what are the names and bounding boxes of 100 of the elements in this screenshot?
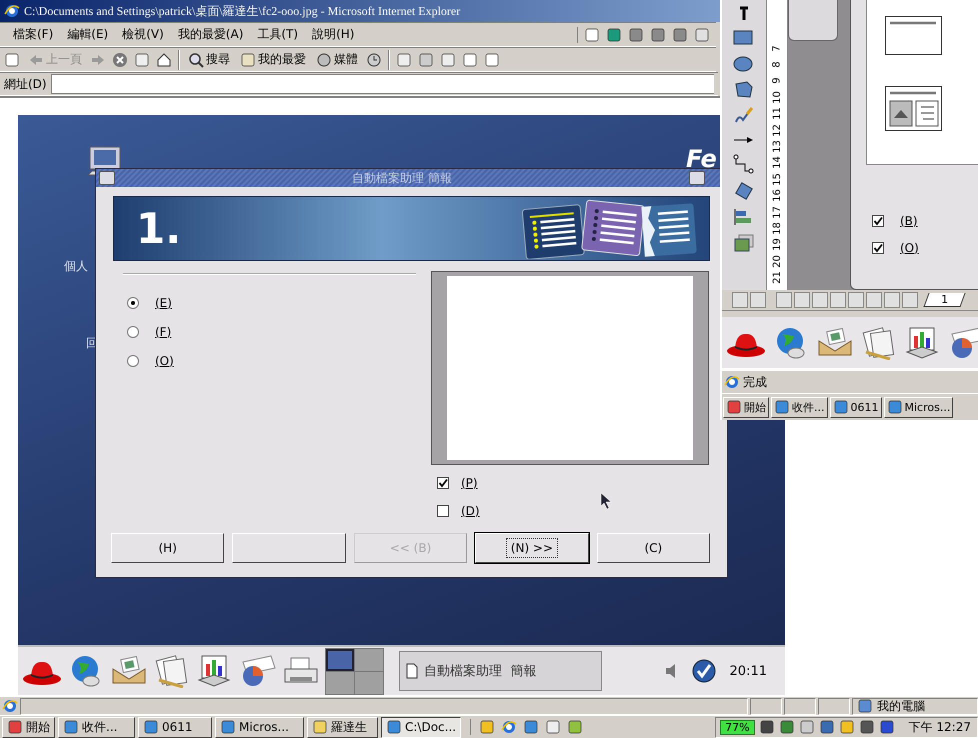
checkbox-label: (P) xyxy=(461,476,478,490)
ie-icon xyxy=(2,698,18,714)
checkbox-label: (B) xyxy=(900,214,918,228)
square-icon[interactable] xyxy=(650,26,666,42)
slide-layout-thumbnail[interactable] xyxy=(885,16,943,56)
status-text: 完成 xyxy=(743,374,767,391)
taskbar-button[interactable]: Micros... xyxy=(215,716,304,738)
menu-item[interactable]: 檢視(V) xyxy=(115,26,171,43)
logo: Fe xyxy=(686,145,717,173)
taskbar-button[interactable]: 羅達生 xyxy=(307,716,378,738)
toolbar-button[interactable]: 我的最愛 xyxy=(238,51,308,68)
chart-icon[interactable] xyxy=(196,654,232,688)
view-button[interactable] xyxy=(902,292,918,308)
search-icon[interactable] xyxy=(188,52,204,68)
ruler-number: 18 xyxy=(772,222,782,235)
ruler-number: 16 xyxy=(772,189,782,202)
taskbar-button[interactable]: 0611 xyxy=(830,396,882,418)
dialog-button[interactable] xyxy=(232,533,346,563)
view-button[interactable] xyxy=(866,292,882,308)
view-button[interactable] xyxy=(884,292,900,308)
start-button[interactable]: 開始 xyxy=(723,396,769,418)
view-button[interactable] xyxy=(812,292,828,308)
view-button[interactable] xyxy=(794,292,810,308)
status-bar-panel xyxy=(784,698,816,714)
menu-item[interactable]: 我的最愛(A) xyxy=(170,26,250,43)
checkbox[interactable] xyxy=(872,214,884,226)
taskbar-button[interactable]: 收件... xyxy=(58,716,135,738)
dialog-button[interactable]: (N) >> xyxy=(475,533,589,563)
status-bar-panel xyxy=(750,698,782,714)
page-tab[interactable]: 1 xyxy=(923,292,966,307)
ie-icon xyxy=(4,3,20,19)
history-icon[interactable] xyxy=(366,52,382,68)
menu-button[interactable] xyxy=(99,171,115,185)
taskbar-button[interactable]: 0611 xyxy=(138,716,212,738)
stop-icon[interactable] xyxy=(112,52,128,68)
ellipse-tool-icon[interactable] xyxy=(733,54,755,72)
chart-icon[interactable] xyxy=(904,326,940,360)
option-label: (E) xyxy=(155,296,172,310)
checkbox[interactable] xyxy=(872,242,884,254)
radio-button[interactable] xyxy=(127,296,139,308)
square-icon[interactable] xyxy=(628,26,644,42)
dialog-title: 自動檔案助理 簡報 xyxy=(351,170,453,186)
zone-label: 我的電腦 xyxy=(877,698,925,714)
view-button[interactable] xyxy=(830,292,846,308)
ruler-number: 17 xyxy=(772,206,782,218)
taskbar-button[interactable]: 收件... xyxy=(771,396,828,418)
slide-layout-thumbnail[interactable] xyxy=(885,86,943,132)
checkmark-icon[interactable] xyxy=(692,659,716,683)
ruler-number: 11 xyxy=(772,107,782,120)
status-bar-panel xyxy=(818,698,850,714)
ie-icon xyxy=(501,719,517,735)
connector-tool-icon[interactable] xyxy=(733,154,755,174)
home-icon[interactable] xyxy=(156,52,172,68)
option-label: (F) xyxy=(155,324,172,338)
menu-item[interactable]: 編輯(E) xyxy=(60,26,116,43)
workspace-switcher[interactable] xyxy=(325,648,384,694)
scroll-left-button[interactable] xyxy=(732,292,748,308)
slide-pane xyxy=(788,0,838,41)
clock: 下午 12:27 xyxy=(908,718,971,736)
step-number: 1. xyxy=(136,204,182,253)
cube-tool-icon[interactable] xyxy=(733,80,755,98)
arrow-tool-icon[interactable] xyxy=(733,134,755,146)
option-label: (O) xyxy=(155,354,174,368)
minimize-button[interactable] xyxy=(689,171,705,185)
checkbox[interactable] xyxy=(437,505,449,517)
view-button[interactable] xyxy=(848,292,864,308)
ruler-number: 13 xyxy=(772,140,782,153)
toolbar-button[interactable]: 搜尋 xyxy=(186,51,232,68)
radio-button[interactable] xyxy=(127,326,139,338)
taskbar-button[interactable]: Micros... xyxy=(884,396,954,418)
view-button[interactable] xyxy=(776,292,792,308)
address-field[interactable] xyxy=(50,74,714,94)
start-button[interactable]: 開始 xyxy=(2,716,55,738)
ruler-number: 12 xyxy=(772,124,782,136)
address-label: 網址(D) xyxy=(4,76,47,92)
menu-item[interactable]: 工具(T) xyxy=(250,26,306,43)
dialog-button[interactable]: (H) xyxy=(111,533,224,563)
ruler-number: 19 xyxy=(772,238,782,252)
checkbox-label: (O) xyxy=(900,240,919,254)
ruler-number: 20 xyxy=(772,254,782,268)
battery-level: 77% xyxy=(720,720,755,734)
menu-item[interactable]: 說明(H) xyxy=(305,26,362,43)
menu-item[interactable]: 檔案(F) xyxy=(6,26,60,43)
ruler-number: 7 xyxy=(772,45,782,52)
taskbar-button[interactable]: C:\Doc... xyxy=(381,716,461,738)
desktop-icon-label: 個人 xyxy=(64,258,88,275)
ie-icon xyxy=(724,374,740,390)
scroll-right-button[interactable] xyxy=(750,292,766,308)
task-button[interactable]: 自動檔案助理 簡報 xyxy=(399,651,602,691)
ruler-number: 9 xyxy=(772,78,782,84)
rectangle-tool-icon[interactable] xyxy=(733,28,755,46)
radio-button[interactable] xyxy=(127,354,139,366)
workspace[interactable] xyxy=(326,648,354,670)
checkbox[interactable] xyxy=(437,477,449,489)
dialog-button[interactable]: (C) xyxy=(596,533,710,563)
arrange-tool-icon[interactable] xyxy=(733,234,755,252)
clock: 20:11 xyxy=(730,664,767,678)
checkbox-label: (D) xyxy=(461,504,480,518)
toolbar-button[interactable]: 媒體 xyxy=(314,51,360,68)
window-title: C:\Documents and Settings\patrick\桌面\羅達生\fc2-ooo.jpg - Microsoft Internet Explorer xyxy=(24,2,460,20)
